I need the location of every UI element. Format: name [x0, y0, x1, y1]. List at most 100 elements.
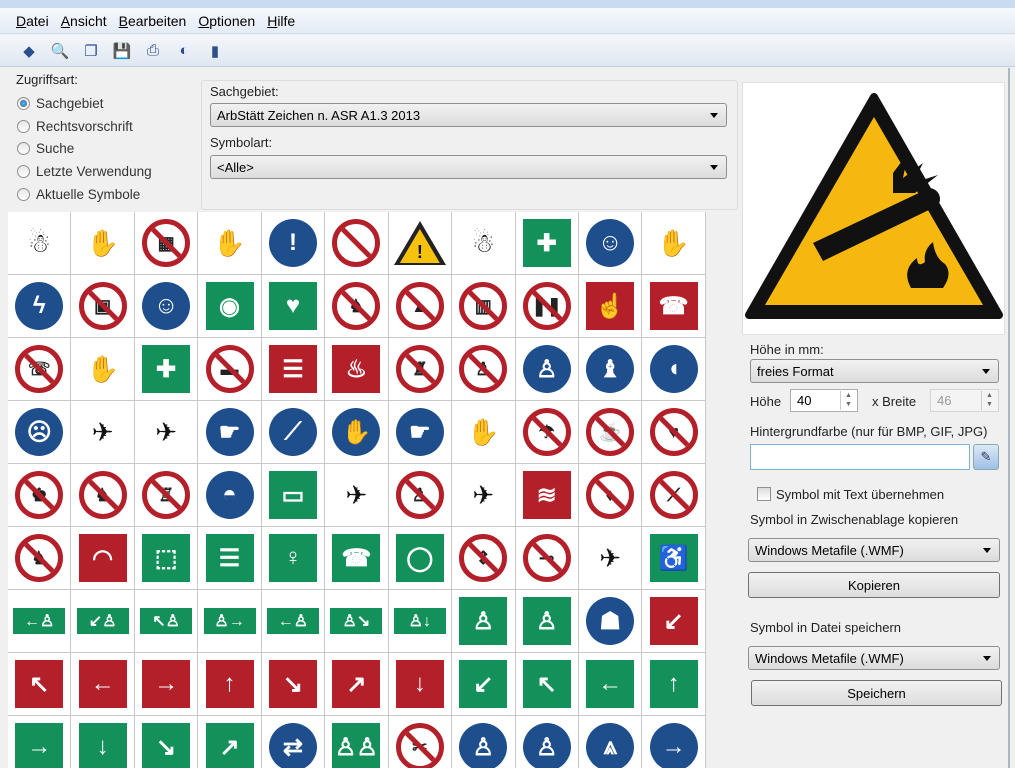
size-format-select[interactable]: freies Format: [750, 359, 999, 383]
file-format-select[interactable]: Windows Metafile (.WMF): [748, 646, 1000, 670]
symbol-cell[interactable]: ♙: [452, 590, 516, 653]
symbol-cell[interactable]: ☰: [261, 338, 326, 401]
radio-suche[interactable]: Suche: [17, 141, 74, 156]
symbol-cell[interactable]: ✚: [134, 338, 199, 401]
symbol-cell[interactable]: ♞: [325, 275, 389, 338]
symbol-cell[interactable]: ◖: [642, 338, 706, 401]
symbol-cell[interactable]: ♜: [388, 338, 453, 401]
spin-arrows-icon[interactable]: ▲ ▼: [840, 391, 856, 410]
symbol-cell[interactable]: ✈: [578, 527, 643, 590]
symbol-cell[interactable]: ☎: [325, 527, 389, 590]
radio-button-icon[interactable]: [17, 165, 30, 179]
symbol-cell[interactable]: ↗: [198, 716, 262, 768]
symbol-cell[interactable]: ☛: [388, 401, 453, 464]
symbol-cell[interactable]: ↘: [261, 653, 326, 716]
symbol-cell[interactable]: ◉: [198, 275, 262, 338]
symbol-cell[interactable]: ♨: [325, 338, 389, 401]
symbol-cell[interactable]: ◓: [198, 464, 262, 527]
symbol-cell[interactable]: ↑: [198, 653, 262, 716]
clipboard-format-select[interactable]: Windows Metafile (.WMF): [748, 538, 1000, 562]
symbol-cell[interactable]: ☛: [198, 401, 262, 464]
sachgebiet-select[interactable]: ArbStätt Zeichen n. ASR A1.3 2013: [210, 103, 727, 127]
symbol-cell[interactable]: ▥: [452, 275, 516, 338]
symbol-cell[interactable]: ✋: [198, 212, 262, 275]
symbol-cell[interactable]: ♀: [261, 527, 326, 590]
symbol-cell[interactable]: ⟋: [261, 401, 326, 464]
symbol-cell[interactable]: ♿: [642, 527, 706, 590]
symbol-cell[interactable]: ⟋: [642, 464, 706, 527]
symbol-cell[interactable]: ✚: [515, 212, 579, 275]
menu-datei[interactable]: Datei: [16, 13, 49, 29]
symbol-cell[interactable]: ↙: [642, 590, 706, 653]
symbol-cell[interactable]: ↘: [134, 716, 199, 768]
symbol-cell[interactable]: ♞: [8, 527, 72, 590]
symbol-cell[interactable]: !: [388, 212, 453, 275]
symbol-cell[interactable]: ☹: [8, 401, 72, 464]
background-color-input[interactable]: [750, 444, 970, 470]
symbol-cell[interactable]: [325, 212, 389, 275]
symbol-cell[interactable]: ♙♙: [325, 716, 389, 768]
symbol-cell[interactable]: ⩓: [578, 716, 643, 768]
symbol-cell[interactable]: ✋: [71, 338, 135, 401]
symbol-cell[interactable]: ↙: [452, 653, 516, 716]
symbol-cell[interactable]: ↖: [8, 653, 72, 716]
symbol-cell[interactable]: ✋: [71, 212, 135, 275]
symbol-cell[interactable]: ☃: [452, 212, 516, 275]
symbol-cell[interactable]: ≋: [515, 464, 579, 527]
symbol-cell[interactable]: ✋: [452, 401, 516, 464]
symbol-cell[interactable]: ☂: [515, 401, 579, 464]
symbol-cell[interactable]: ✂: [388, 716, 453, 768]
symbol-cell[interactable]: !: [261, 212, 326, 275]
symbol-cell[interactable]: ▲: [388, 275, 453, 338]
preview-icon[interactable]: 🔍: [49, 40, 71, 62]
symbol-cell[interactable]: ↙♙: [71, 590, 135, 653]
symbol-cell[interactable]: ♙: [452, 338, 516, 401]
symbol-cell[interactable]: ☺: [578, 212, 643, 275]
symbol-cell[interactable]: ✋: [325, 401, 389, 464]
symbol-cell[interactable]: ↗: [325, 653, 389, 716]
symbol-cell[interactable]: ✈: [134, 401, 199, 464]
radio-letzte-verwendung[interactable]: Letzte Verwendung: [17, 164, 152, 179]
paint-brush-icon[interactable]: ✎: [973, 444, 999, 470]
symbol-cell[interactable]: →: [642, 716, 706, 768]
symbol-cell[interactable]: ☺: [134, 275, 199, 338]
symbol-cell[interactable]: ♙: [515, 716, 579, 768]
save-button[interactable]: Speichern: [751, 680, 1002, 706]
symbol-cell[interactable]: ♞: [71, 464, 135, 527]
radio-aktuelle-symbole[interactable]: Aktuelle Symbole: [17, 187, 140, 202]
radio-button-icon[interactable]: [17, 187, 30, 201]
menu-optionen[interactable]: Optionen: [198, 13, 255, 29]
info-icon[interactable]: ◆: [18, 40, 40, 62]
symbol-cell[interactable]: ♙: [452, 716, 516, 768]
symbol-cell[interactable]: ↖♙: [134, 590, 199, 653]
export-icon[interactable]: ◐: [173, 40, 195, 62]
symbol-cell[interactable]: ▣: [71, 275, 135, 338]
symbol-cell[interactable]: ♙→: [198, 590, 262, 653]
symbolart-select[interactable]: <Alle>: [210, 155, 727, 179]
symbol-cell[interactable]: ◯: [388, 527, 453, 590]
symbol-cell[interactable]: ☕: [578, 401, 643, 464]
radio-rechtsvorschrift[interactable]: Rechtsvorschrift: [17, 119, 133, 134]
symbol-cell[interactable]: ←♙: [8, 590, 72, 653]
symbol-cell[interactable]: ♝: [578, 338, 643, 401]
symbol-cell[interactable]: ♙: [388, 464, 453, 527]
symbol-cell[interactable]: →: [134, 653, 199, 716]
symbol-cell[interactable]: ⬚: [134, 527, 199, 590]
save-icon[interactable]: 💾: [111, 40, 133, 62]
symbol-cell[interactable]: ϟ: [8, 275, 72, 338]
print-icon[interactable]: ⎙: [142, 40, 164, 62]
symbol-cell[interactable]: ◠: [71, 527, 135, 590]
menu-hilfe[interactable]: Hilfe: [267, 13, 295, 29]
with-text-checkbox[interactable]: [757, 487, 771, 501]
symbol-cell[interactable]: ☃: [8, 212, 72, 275]
symbol-cell[interactable]: ☎: [642, 275, 706, 338]
symbol-cell[interactable]: ☏: [8, 338, 72, 401]
symbol-cell[interactable]: ⇕: [452, 527, 516, 590]
radio-button-icon[interactable]: [17, 142, 30, 156]
symbol-cell[interactable]: ⊸: [515, 527, 579, 590]
symbol-cell[interactable]: ▬: [198, 338, 262, 401]
radio-button-icon[interactable]: [17, 97, 30, 110]
symbol-cell[interactable]: ✋: [642, 212, 706, 275]
copy-icon[interactable]: ❐: [80, 40, 102, 62]
symbol-cell[interactable]: ☰: [198, 527, 262, 590]
